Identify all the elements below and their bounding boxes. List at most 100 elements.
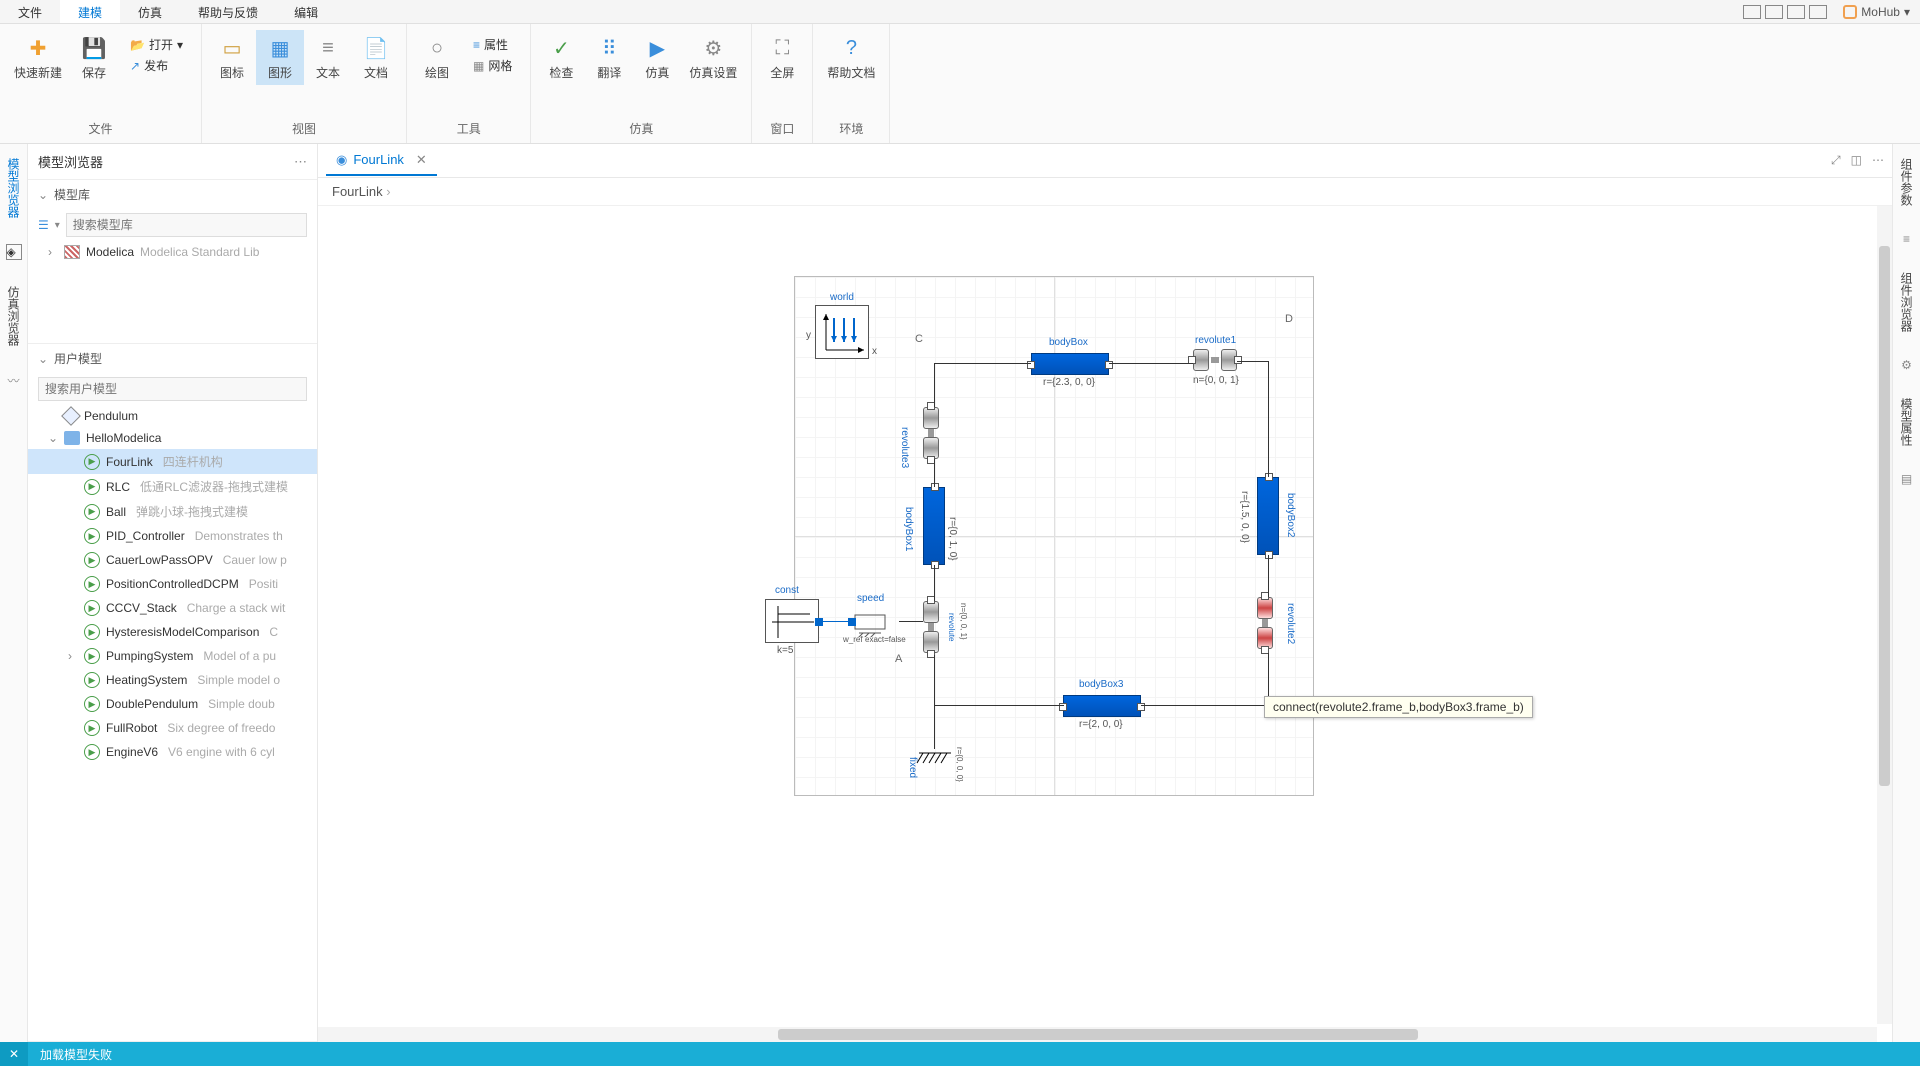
sidebar-item-pumpingsystem[interactable]: ›▶PumpingSystemModel of a pu — [28, 644, 317, 668]
wire[interactable] — [1237, 361, 1269, 362]
chart-icon[interactable]: 〰 — [7, 372, 19, 389]
draw-button[interactable]: ○绘图 — [413, 30, 461, 85]
sidebar-item-fourlink[interactable]: ▶FourLink四连杆机构 — [28, 449, 317, 474]
wire[interactable] — [1141, 705, 1269, 706]
menu-file[interactable]: 文件 — [0, 0, 60, 23]
close-icon[interactable]: ✕ — [416, 152, 427, 168]
window-layout-2-icon[interactable] — [1765, 5, 1783, 19]
scrollbar-vertical[interactable] — [1877, 206, 1892, 1024]
wire[interactable] — [934, 363, 935, 407]
comp-bodybox1[interactable] — [923, 487, 945, 565]
doc-button[interactable]: 📄文档 — [352, 30, 400, 85]
comp-revolute3[interactable] — [923, 407, 939, 459]
simulate-button[interactable]: ▶仿真 — [633, 30, 681, 85]
sidebar-item-enginev6[interactable]: ▶EngineV6V6 engine with 6 cyl — [28, 740, 317, 764]
diagram-canvas[interactable]: world y x C D A B — [318, 206, 1892, 1042]
comp-world[interactable]: world y x — [815, 305, 869, 359]
split-icon[interactable]: ◫ — [1851, 153, 1862, 168]
open-button[interactable]: 📂打开▾ — [124, 34, 189, 55]
sidebar-item-cccv_stack[interactable]: ▶CCCV_StackCharge a stack wit — [28, 596, 317, 620]
user-search-input[interactable] — [38, 377, 307, 401]
more-icon[interactable]: ⋯ — [1872, 153, 1884, 168]
chevron-down-icon[interactable]: ▾ — [55, 220, 60, 231]
wire[interactable] — [1268, 361, 1269, 477]
port-in[interactable] — [848, 618, 856, 626]
comp-revolute2[interactable] — [1257, 597, 1273, 649]
scroll-thumb[interactable] — [778, 1029, 1418, 1040]
tree-icon[interactable]: ⚙ — [1901, 358, 1912, 372]
text-button[interactable]: ≡文本 — [304, 30, 352, 85]
comp-bodybox[interactable] — [1031, 353, 1109, 375]
sidebar-item-heatingsystem[interactable]: ▶HeatingSystemSimple model o — [28, 668, 317, 692]
sim-settings-button[interactable]: ⚙仿真设置 — [681, 30, 745, 85]
comp-const[interactable] — [765, 599, 819, 643]
sidebar-item-doublependulum[interactable]: ▶DoublePendulumSimple doub — [28, 692, 317, 716]
wire[interactable] — [934, 705, 1064, 706]
sidebar-item-positioncontrolleddcpm[interactable]: ▶PositionControlledDCPMPositi — [28, 572, 317, 596]
save-button[interactable]: 💾保存 — [70, 30, 118, 85]
new-button[interactable]: ✚快速新建 — [6, 30, 70, 85]
tab-component-params[interactable]: 组件参数 — [1896, 152, 1917, 212]
sidebar-item-rlc[interactable]: ▶RLC低通RLC滤波器-拖拽式建模 — [28, 474, 317, 499]
port-b[interactable] — [931, 561, 939, 569]
sidebar-item-pendulum[interactable]: Pendulum — [28, 405, 317, 427]
translate-button[interactable]: ⠿翻译 — [585, 30, 633, 85]
comp-bodybox2[interactable] — [1257, 477, 1279, 555]
wire[interactable] — [934, 705, 935, 749]
port-out[interactable] — [815, 618, 823, 626]
more-icon[interactable]: ⋯ — [294, 154, 307, 170]
comp-revolute1[interactable] — [1193, 349, 1237, 371]
menu-help[interactable]: 帮助与反馈 — [180, 0, 276, 23]
wire[interactable] — [934, 363, 1031, 364]
port-b[interactable] — [1234, 356, 1242, 364]
breadcrumb[interactable]: FourLink › — [318, 178, 1892, 206]
graphic-button[interactable]: ▦图形 — [256, 30, 304, 85]
menu-model[interactable]: 建模 — [60, 0, 120, 23]
sidebar-item-fullrobot[interactable]: ▶FullRobotSix degree of freedo — [28, 716, 317, 740]
status-close-button[interactable]: ✕ — [0, 1042, 28, 1066]
sidebar-item-ball[interactable]: ▶Ball弹跳小球-拖拽式建模 — [28, 499, 317, 524]
wire[interactable] — [934, 655, 935, 707]
comp-fixed[interactable] — [915, 749, 955, 776]
sidebar-folder-hellomodelica[interactable]: ⌄HelloModelica — [28, 427, 317, 449]
scrollbar-horizontal[interactable] — [318, 1027, 1877, 1042]
list-icon[interactable]: ≡ — [1903, 232, 1910, 246]
fullscreen-button[interactable]: ⛶全屏 — [758, 30, 806, 85]
menu-edit[interactable]: 编辑 — [276, 0, 336, 23]
product-menu[interactable]: MoHub ▾ — [1843, 5, 1910, 19]
wire[interactable] — [1109, 363, 1193, 364]
comp-bodybox3[interactable] — [1063, 695, 1141, 717]
cube-icon[interactable]: ◈ — [6, 244, 22, 260]
doc-tab-fourlink[interactable]: ◉ FourLink ✕ — [326, 146, 437, 176]
tab-model-browser[interactable]: 模型浏览器 — [3, 152, 24, 224]
helpdoc-button[interactable]: ?帮助文档 — [819, 30, 883, 85]
window-layout-4-icon[interactable] — [1809, 5, 1827, 19]
user-section-header[interactable]: ⌄ 用户模型 — [28, 344, 317, 373]
sidebar-item-pid_controller[interactable]: ▶PID_ControllerDemonstrates th — [28, 524, 317, 548]
port-b[interactable] — [1265, 551, 1273, 559]
comp-speed[interactable] — [853, 607, 899, 637]
window-layout-1-icon[interactable] — [1743, 5, 1761, 19]
library-section-header[interactable]: ⌄ 模型库 — [28, 180, 317, 209]
attr-button[interactable]: ≡属性 — [467, 34, 518, 55]
wire[interactable] — [899, 621, 923, 622]
wire[interactable] — [934, 459, 935, 487]
expand-icon[interactable]: ⤢ — [1831, 153, 1841, 168]
grid-button[interactable]: ▦网格 — [467, 55, 518, 76]
library-item-modelica[interactable]: › Modelica Modelica Standard Lib — [28, 241, 317, 263]
tab-component-browser[interactable]: 组件浏览器 — [1896, 266, 1917, 338]
window-layout-3-icon[interactable] — [1787, 5, 1805, 19]
list-icon[interactable]: ☰ — [38, 218, 49, 232]
tab-model-props[interactable]: 模型属性 — [1896, 392, 1917, 452]
iconview-button[interactable]: ▭图标 — [208, 30, 256, 85]
wire[interactable] — [819, 621, 853, 622]
props-icon[interactable]: ▤ — [1901, 472, 1912, 486]
tab-sim-browser[interactable]: 仿真浏览器 — [3, 280, 24, 352]
menu-sim[interactable]: 仿真 — [120, 0, 180, 23]
scroll-thumb[interactable] — [1879, 246, 1890, 786]
wire[interactable] — [1268, 555, 1269, 597]
publish-button[interactable]: ↗发布 — [124, 55, 189, 76]
library-search-input[interactable] — [66, 213, 307, 237]
wire[interactable] — [934, 565, 935, 601]
comp-revolute[interactable] — [923, 601, 939, 653]
